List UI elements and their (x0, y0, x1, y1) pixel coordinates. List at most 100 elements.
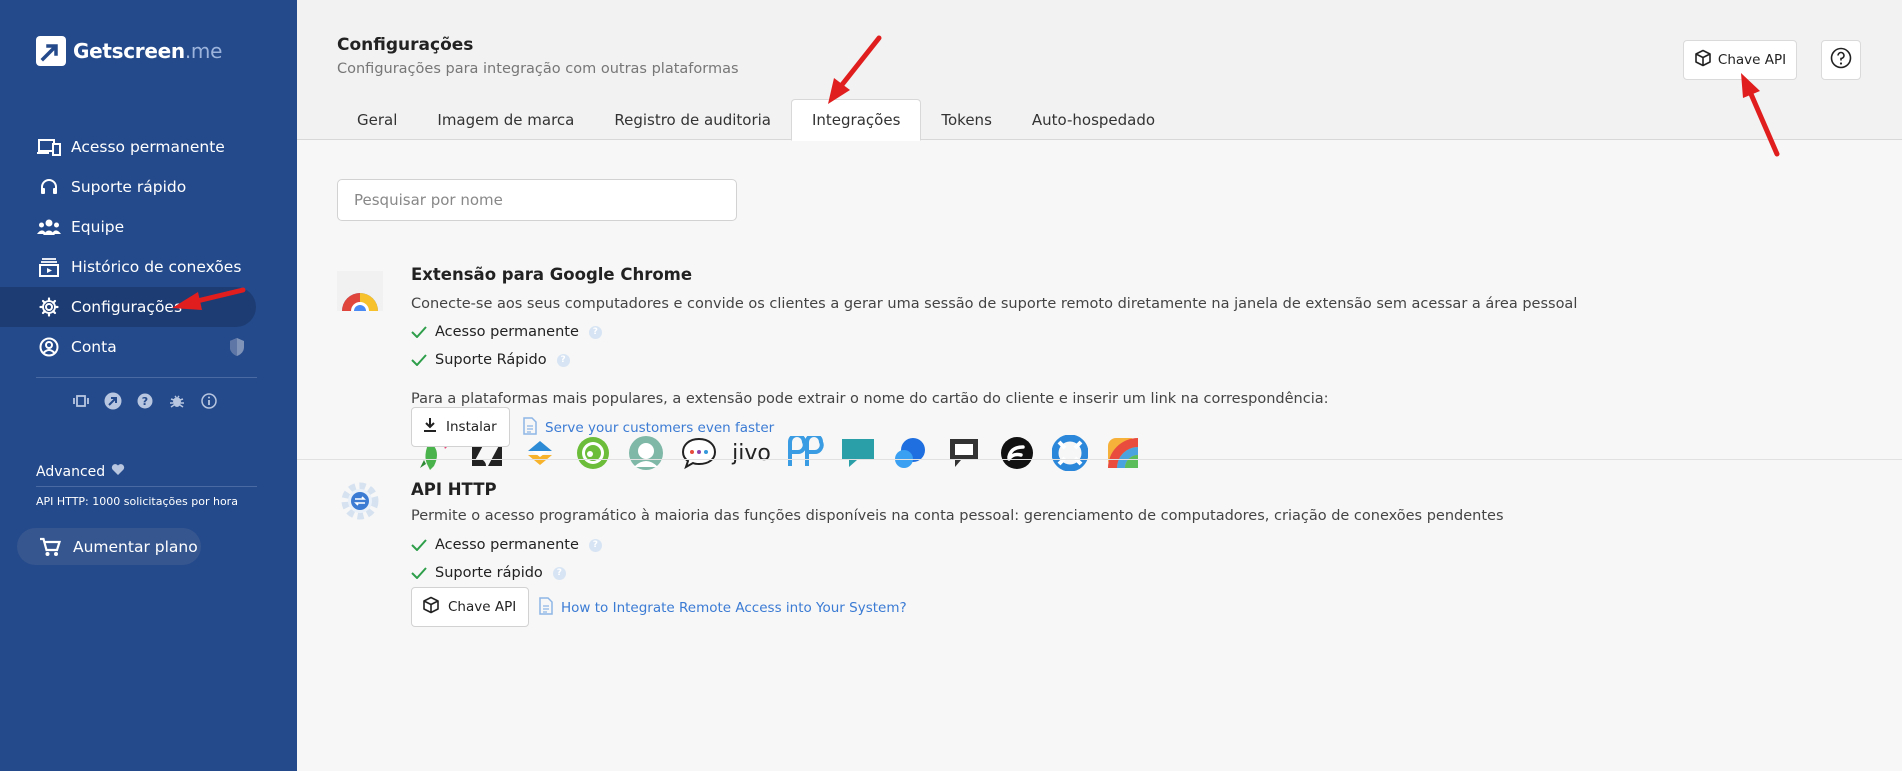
remote-icon[interactable] (72, 392, 90, 410)
tabs: Geral Imagem de marca Registro de audito… (337, 99, 1175, 141)
feature-label: Acesso permanente (435, 537, 579, 553)
api-key-label: Chave API (1717, 52, 1787, 68)
document-icon (539, 597, 553, 619)
search-input[interactable] (337, 179, 737, 221)
feature-label: Acesso permanente (435, 324, 579, 340)
info-icon[interactable]: ? (552, 566, 566, 580)
upgrade-plan-label: Aumentar plano (73, 537, 198, 556)
sidebar-item-account[interactable]: Conta (0, 327, 256, 367)
sidebar-nav: Acesso permanente Suporte rápido Equipe … (0, 127, 297, 367)
help-button[interactable] (1821, 40, 1861, 80)
header: Configurações Configurações para integra… (297, 0, 1902, 141)
platforms-list: jivo (411, 432, 1145, 474)
document-icon (523, 417, 537, 439)
serve-customers-link[interactable]: Serve your customers even faster (523, 417, 774, 439)
shield-icon (228, 337, 246, 361)
sidebar-item-label: Equipe (71, 218, 125, 236)
sidebar-item-label: Conta (71, 338, 117, 356)
chrome-extension-description: Conecte-se aos seus computadores e convi… (411, 296, 1578, 312)
help-circle-icon (1830, 47, 1852, 73)
api-key-button-top[interactable]: Chave API (1683, 40, 1797, 80)
install-button[interactable]: Instalar (411, 407, 510, 447)
api-key-label: Chave API (448, 599, 517, 615)
integration-guide-label: How to Integrate Remote Access into Your… (561, 600, 907, 616)
chat-dark-icon (941, 432, 986, 474)
sidebar-divider (36, 377, 257, 378)
feature-item: Acesso permanente ? (411, 324, 602, 340)
plan-label: Advanced (36, 463, 125, 480)
cube-icon (1694, 49, 1712, 71)
http-api-title: API HTTP (411, 480, 497, 499)
heart-icon (111, 463, 125, 480)
feature-item: Suporte rápido ? (411, 565, 566, 581)
devices-icon (36, 136, 62, 158)
support-headset-icon (36, 176, 62, 198)
team-icon (36, 216, 62, 238)
info-icon[interactable]: ? (556, 353, 570, 367)
http-api-description: Permite o acesso programático à maioria … (411, 508, 1504, 524)
serve-customers-label: Serve your customers even faster (545, 420, 775, 436)
chat-blue-icon (888, 432, 933, 474)
section-divider (297, 459, 1902, 460)
check-icon (411, 539, 427, 551)
cube-icon (422, 596, 440, 618)
sidebar-item-label: Acesso permanente (71, 138, 225, 156)
sidebar: Getscreen.me Acesso permanente Suporte r… (0, 0, 297, 771)
upgrade-plan-button[interactable]: Aumentar plano (17, 528, 201, 565)
chrome-extension-title: Extensão para Google Chrome (411, 265, 693, 284)
tab-audit-log[interactable]: Registro de auditoria (594, 99, 791, 141)
gear-icon (36, 296, 62, 318)
pp-icon (782, 432, 827, 474)
download-icon (422, 417, 438, 437)
brand-name: Getscreen (73, 39, 185, 63)
install-label: Instalar (446, 419, 497, 435)
tab-general[interactable]: Geral (337, 99, 417, 141)
brand-suffix: .me (184, 39, 223, 63)
info-icon[interactable]: ? (588, 538, 602, 552)
sidebar-item-quick-support[interactable]: Suporte rápido (0, 167, 256, 207)
page-title: Configurações (337, 35, 474, 55)
tab-tokens[interactable]: Tokens (921, 99, 1012, 141)
feature-label: Suporte rápido (435, 565, 543, 581)
tab-self-hosted[interactable]: Auto-hospedado (1012, 99, 1175, 141)
svg-text:?: ? (142, 395, 148, 408)
history-icon (36, 256, 62, 278)
sidebar-item-history[interactable]: Histórico de conexões (0, 247, 256, 287)
check-icon (411, 567, 427, 579)
sidebar-divider (36, 486, 257, 487)
logo-icon (36, 36, 66, 66)
info-icon[interactable] (200, 392, 218, 410)
platforms-description: Para a plataformas mais populares, a ext… (411, 391, 1329, 407)
feature-item: Suporte Rápido ? (411, 352, 570, 368)
tab-integrations[interactable]: Integrações (791, 99, 922, 141)
cart-icon (39, 537, 61, 557)
sidebar-item-label: Suporte rápido (71, 178, 187, 196)
integration-guide-link[interactable]: How to Integrate Remote Access into Your… (539, 597, 907, 619)
chat-teal-icon (835, 432, 880, 474)
check-icon (411, 354, 427, 366)
plan-name: Advanced (36, 463, 106, 480)
info-icon[interactable]: ? (588, 325, 602, 339)
sidebar-item-label: Configurações (71, 298, 183, 316)
logo-small-icon[interactable] (104, 392, 122, 410)
api-gear-icon (337, 478, 383, 524)
api-limit-text: API HTTP: 1000 solicitações por hora (36, 495, 238, 508)
bug-icon[interactable] (168, 392, 186, 410)
api-key-button[interactable]: Chave API (411, 587, 530, 627)
rainbow-icon (1100, 432, 1145, 474)
account-icon (36, 336, 62, 358)
sidebar-mini-icons: ? (72, 392, 218, 410)
feature-item: Acesso permanente ? (411, 537, 602, 553)
sidebar-item-permanent-access[interactable]: Acesso permanente (0, 127, 256, 167)
sidebar-item-team[interactable]: Equipe (0, 207, 256, 247)
check-icon (411, 326, 427, 338)
page-subtitle: Configurações para integração com outras… (337, 61, 739, 77)
tab-branding[interactable]: Imagem de marca (417, 99, 594, 141)
chrome-extension-icon (337, 271, 383, 317)
front-icon (994, 432, 1039, 474)
main-content: Extensão para Google Chrome Conecte-se a… (297, 141, 1902, 771)
sidebar-item-settings[interactable]: Configurações (0, 287, 256, 327)
logo[interactable]: Getscreen.me (36, 36, 222, 66)
help-icon[interactable]: ? (136, 392, 154, 410)
feature-label: Suporte Rápido (435, 352, 547, 368)
